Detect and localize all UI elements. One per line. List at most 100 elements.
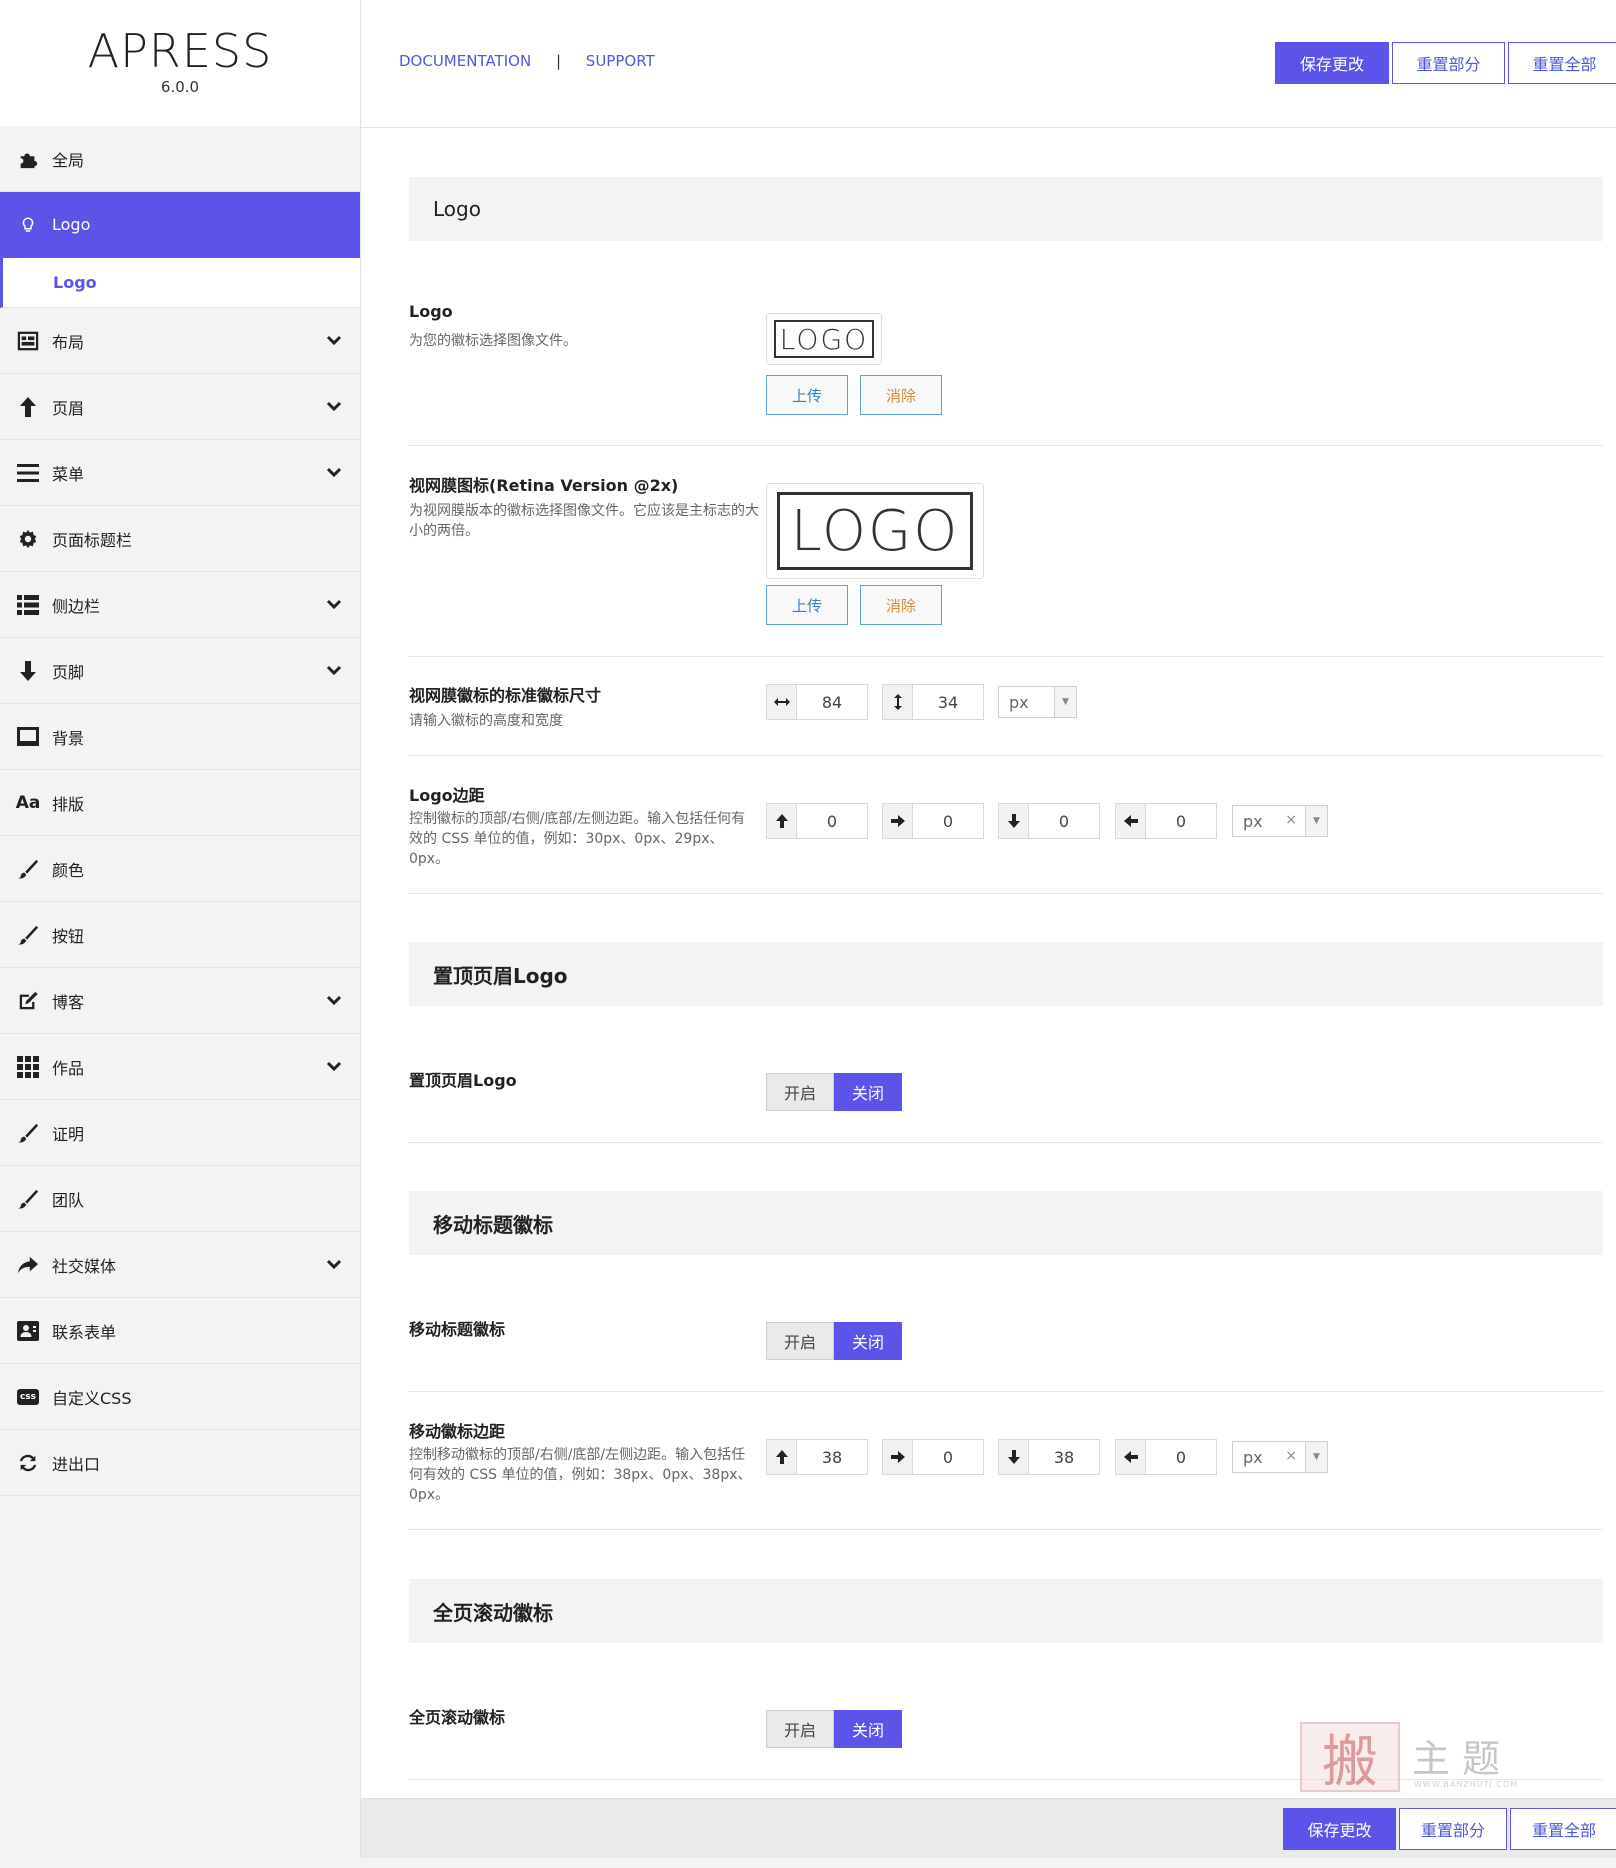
mobile-margin-left-group: 0 — [1115, 1439, 1217, 1475]
sidebar-item-social-media[interactable]: 社交媒体 — [0, 1232, 360, 1298]
toggle-off-button[interactable]: 关闭 — [834, 1710, 902, 1748]
footer-save-button[interactable]: 保存更改 — [1283, 1808, 1396, 1850]
clear-icon[interactable]: × — [1285, 1448, 1297, 1464]
arrow-left-icon — [1115, 803, 1145, 839]
arrow-right-icon — [882, 803, 912, 839]
sidebar-item-colors[interactable]: 颜色 — [0, 836, 360, 902]
gear-icon — [16, 527, 40, 551]
margin-unit-select[interactable]: px × ▼ — [1232, 805, 1328, 837]
sidebar-subitem-label: Logo — [53, 273, 97, 292]
sidebar-item-blog[interactable]: 博客 — [0, 968, 360, 1034]
sidebar-item-menu[interactable]: 菜单 — [0, 440, 360, 506]
sidebar-item-custom-css[interactable]: css 自定义CSS — [0, 1364, 360, 1430]
margin-bottom-group: 0 — [998, 803, 1100, 839]
toggle-off-button[interactable]: 关闭 — [834, 1073, 902, 1111]
remove-retina-logo-button[interactable]: 消除 — [860, 585, 942, 625]
mobile-logo-toggle: 开启 关闭 — [766, 1322, 902, 1360]
sidebar-item-label: 博客 — [52, 992, 85, 1012]
sidebar-item-contact-form[interactable]: 联系表单 — [0, 1298, 360, 1364]
mobile-margin-bottom-group: 38 — [998, 1439, 1100, 1475]
watermark-text: 主题 — [1412, 1737, 1513, 1781]
margin-right-input[interactable]: 0 — [912, 803, 984, 839]
sidebar-item-buttons[interactable]: 按钮 — [0, 902, 360, 968]
support-link[interactable]: SUPPORT — [586, 52, 655, 70]
toggle-on-button[interactable]: 开启 — [766, 1710, 834, 1748]
edit-icon — [16, 989, 40, 1013]
bottom-strip — [0, 1858, 1616, 1868]
toggle-on-button[interactable]: 开启 — [766, 1322, 834, 1360]
sidebar-subitem-logo[interactable]: Logo — [0, 258, 360, 308]
clear-icon[interactable]: × — [1285, 812, 1297, 828]
divider — [409, 893, 1603, 894]
field-title: 移动徽标边距 — [409, 1422, 506, 1441]
watermark-url: WWW.BANZHUTI.COM — [1414, 1780, 1519, 1789]
upload-logo-button[interactable]: 上传 — [766, 375, 848, 415]
sidebar-item-sidebar[interactable]: 侧边栏 — [0, 572, 360, 638]
mobile-margin-left-input[interactable]: 0 — [1145, 1439, 1217, 1475]
watermark: 搬 主题 WWW.BANZHUTI.COM — [1300, 1722, 1540, 1796]
sidebar-item-team[interactable]: 团队 — [0, 1166, 360, 1232]
field-title: 置顶页眉Logo — [409, 1071, 517, 1090]
mobile-margin-right-input[interactable]: 0 — [912, 1439, 984, 1475]
margin-left-input[interactable]: 0 — [1145, 803, 1217, 839]
margin-bottom-input[interactable]: 0 — [1028, 803, 1100, 839]
mobile-margin-unit-select[interactable]: px × ▼ — [1232, 1441, 1328, 1473]
sidebar-item-layout[interactable]: 布局 — [0, 308, 360, 374]
field-title: Logo边距 — [409, 786, 485, 805]
sidebar-item-testimonials[interactable]: 证明 — [0, 1100, 360, 1166]
sidebar-item-import-export[interactable]: 进出口 — [0, 1430, 360, 1496]
sidebar-item-background[interactable]: 背景 — [0, 704, 360, 770]
height-arrows-icon — [882, 684, 912, 720]
brush-icon — [16, 857, 40, 881]
upload-retina-logo-button[interactable]: 上传 — [766, 585, 848, 625]
arrow-left-icon — [1115, 1439, 1145, 1475]
sidebar-item-label: 全局 — [52, 150, 85, 170]
sidebar-item-global[interactable]: 全局 — [0, 126, 360, 192]
margin-top-input[interactable]: 0 — [796, 803, 868, 839]
section-title-logo: Logo — [409, 177, 1603, 241]
reset-section-button[interactable]: 重置部分 — [1392, 42, 1505, 84]
toggle-off-button[interactable]: 关闭 — [834, 1322, 902, 1360]
chevron-down-icon — [326, 401, 342, 412]
height-input[interactable]: 34 — [912, 684, 984, 720]
brush-icon — [16, 1187, 40, 1211]
layout-icon — [16, 329, 40, 353]
mobile-margin-bottom-input[interactable]: 38 — [1028, 1439, 1100, 1475]
mobile-margin-top-input[interactable]: 38 — [796, 1439, 868, 1475]
arrow-down-icon — [16, 659, 40, 683]
brush-icon — [16, 923, 40, 947]
header-action-buttons: 保存更改 重置部分 重置全部 — [1272, 42, 1616, 84]
margin-right-group: 0 — [882, 803, 984, 839]
sidebar-item-label: 页脚 — [52, 662, 85, 682]
footer-reset-all-button[interactable]: 重置全部 — [1510, 1808, 1616, 1850]
sidebar-item-label: 团队 — [52, 1190, 85, 1210]
footer-reset-section-button[interactable]: 重置部分 — [1399, 1808, 1507, 1850]
sidebar-item-portfolio[interactable]: 作品 — [0, 1034, 360, 1100]
contact-card-icon — [16, 1319, 40, 1343]
arrow-up-icon — [766, 803, 796, 839]
save-button[interactable]: 保存更改 — [1275, 42, 1389, 84]
sidebar-item-logo[interactable]: Logo — [0, 192, 360, 258]
sidebar-item-header[interactable]: 页眉 — [0, 374, 360, 440]
logo-preview: LOGO — [766, 313, 882, 365]
sidebar-item-label: 作品 — [52, 1058, 85, 1078]
section-title-sticky-header-logo: 置顶页眉Logo — [409, 942, 1603, 1006]
sidebar-item-typography[interactable]: Aa 排版 — [0, 770, 360, 836]
reset-all-button[interactable]: 重置全部 — [1508, 42, 1616, 84]
sidebar-item-label: 进出口 — [52, 1454, 101, 1474]
field-title: 视网膜徽标的标准徽标尺寸 — [409, 686, 602, 705]
dimensions-unit-select[interactable]: px ▼ — [998, 686, 1077, 718]
field-title: 全页滚动徽标 — [409, 1708, 506, 1727]
sidebar-item-label: 侧边栏 — [52, 596, 101, 616]
footer-action-buttons: 保存更改 重置部分 重置全部 — [1280, 1808, 1616, 1850]
sidebar-item-label: 按钮 — [52, 926, 85, 946]
remove-logo-button[interactable]: 消除 — [860, 375, 942, 415]
sidebar-item-footer[interactable]: 页脚 — [0, 638, 360, 704]
width-input[interactable]: 84 — [796, 684, 868, 720]
field-title: 移动标题徽标 — [409, 1320, 506, 1339]
brand-version: 6.0.0 — [160, 78, 200, 96]
toggle-on-button[interactable]: 开启 — [766, 1073, 834, 1111]
documentation-link[interactable]: DOCUMENTATION — [399, 52, 531, 70]
dropdown-arrow-icon: ▼ — [1054, 687, 1076, 717]
sidebar-item-page-title-bar[interactable]: 页面标题栏 — [0, 506, 360, 572]
